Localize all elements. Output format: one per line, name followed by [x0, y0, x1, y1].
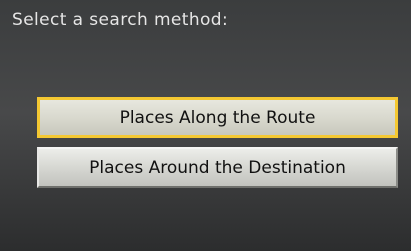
- places-along-route-button[interactable]: Places Along the Route: [37, 97, 398, 138]
- screen-edge: [411, 0, 415, 251]
- option-label: Places Along the Route: [119, 107, 316, 128]
- option-label: Places Around the Destination: [89, 157, 346, 178]
- places-around-destination-button[interactable]: Places Around the Destination: [37, 147, 398, 188]
- navigation-screen: Select a search method: Places Along the…: [0, 0, 411, 251]
- page-title: Select a search method:: [12, 10, 229, 30]
